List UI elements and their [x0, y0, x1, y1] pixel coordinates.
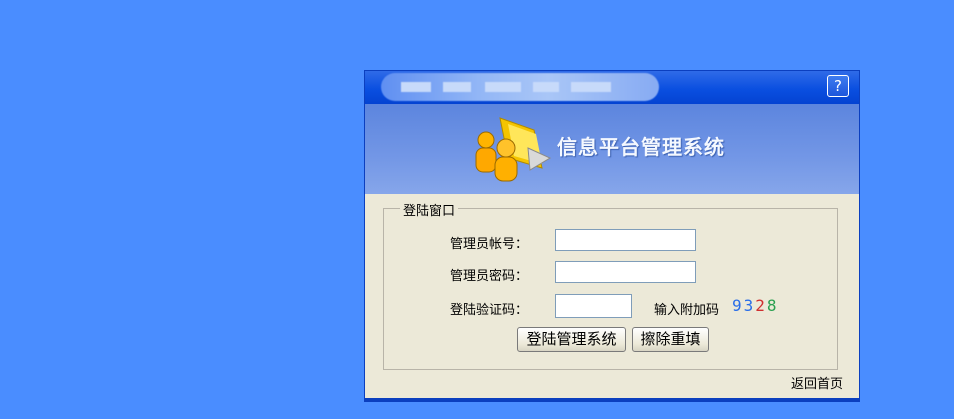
users-book-icon: [475, 117, 552, 182]
login-submit-button[interactable]: 登陆管理系统: [517, 327, 626, 352]
captcha-code: 9328: [732, 296, 779, 315]
username-label: 管理员帐号：: [450, 237, 529, 252]
login-legend: 登陆窗口: [400, 200, 459, 219]
reset-button[interactable]: 擦除重填: [632, 327, 709, 352]
back-home-link[interactable]: 返回首页: [791, 373, 843, 392]
title-bar: ?: [365, 71, 859, 104]
captcha-digit: 9: [732, 296, 744, 315]
captcha-hint: 输入附加码: [654, 303, 720, 318]
banner-title: 信息平台管理系统: [557, 135, 725, 159]
captcha-label: 登陆验证码：: [450, 303, 529, 318]
captcha-digit: 3: [743, 296, 756, 315]
title-bar-blurred-text: [381, 73, 659, 101]
login-window: ? 信息平台管理系统 登陆窗口 管理员帐号： 管理员密码： 登陆验证码： 输入附…: [364, 70, 860, 400]
window-bottom-border: [364, 398, 860, 402]
login-fieldset: 登陆窗口 管理员帐号： 管理员密码： 登陆验证码： 输入附加码 9328 登陆管…: [383, 200, 838, 370]
username-input[interactable]: [555, 229, 696, 251]
captcha-digit: 2: [755, 296, 767, 315]
password-label: 管理员密码：: [450, 269, 529, 284]
password-input[interactable]: [555, 261, 696, 283]
captcha-input[interactable]: [555, 294, 632, 318]
help-button[interactable]: ?: [827, 75, 849, 97]
banner: 信息平台管理系统: [365, 104, 859, 194]
captcha-digit: 8: [766, 296, 779, 315]
